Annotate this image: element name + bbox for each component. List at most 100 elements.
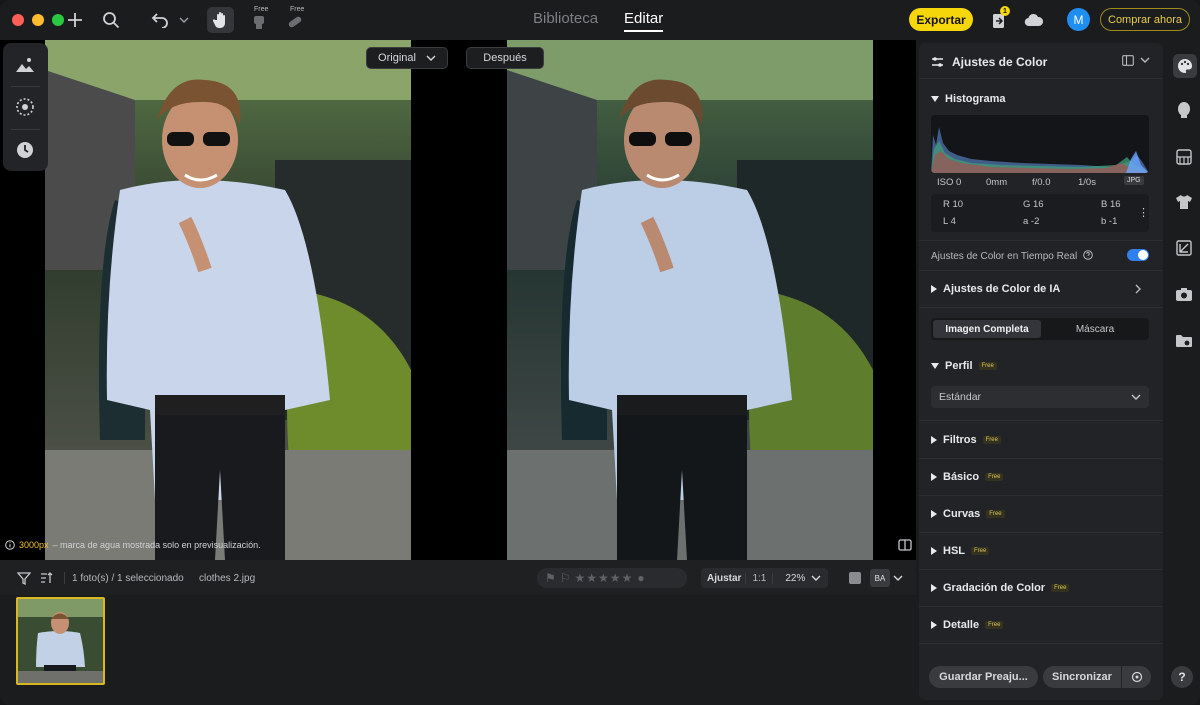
- sort-icon[interactable]: [34, 566, 58, 590]
- actual-size-button[interactable]: 1:1: [745, 572, 774, 584]
- file-name: clothes 2.jpg: [199, 573, 256, 584]
- help-circle-icon[interactable]: [1083, 250, 1093, 260]
- single-view-icon[interactable]: [849, 572, 861, 584]
- panel-divider: [919, 270, 1163, 271]
- chevron-down-icon[interactable]: [1140, 57, 1150, 64]
- green-value: G 16: [1023, 199, 1044, 210]
- detail-section[interactable]: Detalle Free: [931, 619, 1004, 631]
- bandage-tool-icon[interactable]: [283, 10, 307, 34]
- after-view-label[interactable]: Después: [466, 47, 544, 69]
- minimize-window-button[interactable]: [32, 14, 44, 26]
- profile-section[interactable]: Perfil Free: [931, 360, 997, 372]
- collapsed-caret-icon: [931, 547, 937, 555]
- edited-photo[interactable]: [507, 40, 873, 560]
- exif-aperture: f/0.0: [1032, 177, 1051, 188]
- chevron-down-icon[interactable]: [891, 566, 905, 590]
- crop-icon[interactable]: [1173, 237, 1195, 259]
- undo-icon[interactable]: [148, 8, 172, 32]
- noise-reduction-icon[interactable]: [13, 95, 37, 119]
- left-toolbar: [3, 43, 48, 171]
- curves-section[interactable]: Curvas Free: [931, 508, 1005, 520]
- clothing-icon[interactable]: [1173, 191, 1195, 213]
- toolbar-divider: [11, 86, 40, 87]
- split-view-icon[interactable]: [898, 538, 912, 552]
- fit-button[interactable]: Ajustar: [701, 573, 745, 584]
- free-tag: Free: [978, 362, 997, 370]
- portrait-icon[interactable]: [1173, 99, 1195, 121]
- flag-pick-icon[interactable]: ⚑: [545, 571, 556, 585]
- chevron-down-icon[interactable]: [811, 575, 821, 582]
- sync-button[interactable]: Sincronizar: [1043, 666, 1121, 688]
- realtime-label: Ajustes de Color en Tiempo Real: [931, 251, 1078, 262]
- expanded-caret-icon: [931, 363, 939, 369]
- panel-divider: [919, 78, 1163, 79]
- close-window-button[interactable]: [12, 14, 24, 26]
- filters-section[interactable]: Filtros Free: [931, 434, 1001, 446]
- profile-select[interactable]: Estándar: [931, 386, 1149, 408]
- hsl-section[interactable]: HSL Free: [931, 545, 990, 557]
- a-value: a -2: [1023, 216, 1040, 227]
- star-rating[interactable]: ★★★★★: [575, 571, 634, 585]
- free-tag: Free: [971, 547, 990, 555]
- exif-info: ISO 0 0mm f/0.0 1/0s JPG: [931, 174, 1149, 192]
- color-grading-section[interactable]: Gradación de Color Free: [931, 582, 1070, 594]
- avatar[interactable]: M: [1067, 8, 1090, 31]
- save-preset-button[interactable]: Guardar Preaju...: [929, 666, 1038, 688]
- exif-focal: 0mm: [986, 177, 1008, 188]
- original-view-selector[interactable]: Original: [366, 47, 448, 69]
- camera-icon[interactable]: [1173, 283, 1195, 305]
- buy-now-button[interactable]: Comprar ahora: [1100, 8, 1190, 31]
- chevron-right-icon[interactable]: [1135, 284, 1142, 294]
- help-button[interactable]: ?: [1171, 666, 1193, 688]
- sync-settings-button[interactable]: [1122, 666, 1151, 688]
- canvas-divider: [411, 40, 507, 560]
- collapsed-caret-icon: [931, 584, 937, 592]
- mask-tab[interactable]: Máscara: [1041, 320, 1149, 338]
- background-icon[interactable]: [1173, 146, 1195, 168]
- stamp-tool-icon[interactable]: [247, 10, 271, 34]
- realtime-toggle[interactable]: [1127, 249, 1149, 261]
- histogram-chart: [931, 115, 1149, 173]
- history-clock-icon[interactable]: [13, 138, 37, 162]
- notification-badge: 1: [1000, 6, 1010, 16]
- original-photo[interactable]: [45, 40, 411, 560]
- search-icon[interactable]: [99, 8, 123, 32]
- free-tag: Free: [1051, 584, 1070, 592]
- panel-divider: [919, 606, 1163, 607]
- tab-edit[interactable]: Editar: [624, 10, 664, 32]
- export-button[interactable]: Exportar: [909, 8, 973, 31]
- color-palette-icon[interactable]: [1173, 54, 1197, 78]
- mask-scope-selector: Imagen Completa Máscara: [931, 318, 1149, 340]
- full-image-tab[interactable]: Imagen Completa: [933, 320, 1041, 338]
- undo-history-chevron-icon[interactable]: [172, 8, 196, 32]
- photo-count: 1 foto(s) / 1 seleccionado: [72, 573, 184, 584]
- photo-thumbnail[interactable]: [16, 597, 105, 685]
- zoom-level[interactable]: 22%: [773, 573, 811, 584]
- add-icon[interactable]: [63, 8, 87, 32]
- basic-section[interactable]: Básico Free: [931, 471, 1004, 483]
- tab-library[interactable]: Biblioteca: [533, 10, 598, 32]
- flag-reject-icon[interactable]: ⚐: [560, 571, 571, 585]
- more-options-icon[interactable]: ⋮: [1138, 206, 1149, 219]
- panel-divider: [919, 458, 1163, 459]
- panel-divider: [919, 643, 1163, 644]
- color-label-icon[interactable]: ●: [637, 571, 644, 585]
- ai-color-section[interactable]: Ajustes de Color de IA: [931, 283, 1060, 295]
- panel-layout-menu[interactable]: [1122, 55, 1150, 66]
- cloud-icon[interactable]: [1022, 8, 1046, 32]
- app-window: Free Free Biblioteca Editar Exportar 1 M…: [0, 0, 1200, 705]
- panel-divider: [919, 240, 1163, 241]
- rating-bar: ⚑ ⚐ ★★★★★ ●: [537, 568, 687, 588]
- histogram-section[interactable]: Histograma: [931, 93, 1006, 105]
- before-after-toggle[interactable]: BA: [870, 569, 890, 587]
- ai-enhance-icon[interactable]: [13, 53, 37, 77]
- section-title: Curvas: [943, 508, 981, 520]
- expanded-caret-icon: [931, 96, 939, 102]
- hand-tool-icon[interactable]: [207, 7, 234, 33]
- collapsed-caret-icon: [931, 510, 937, 518]
- panel-layout-icon[interactable]: [1122, 55, 1134, 66]
- filter-icon[interactable]: [12, 566, 36, 590]
- panel-divider: [919, 495, 1163, 496]
- folder-settings-icon[interactable]: [1173, 329, 1195, 351]
- chevron-down-icon: [426, 55, 436, 61]
